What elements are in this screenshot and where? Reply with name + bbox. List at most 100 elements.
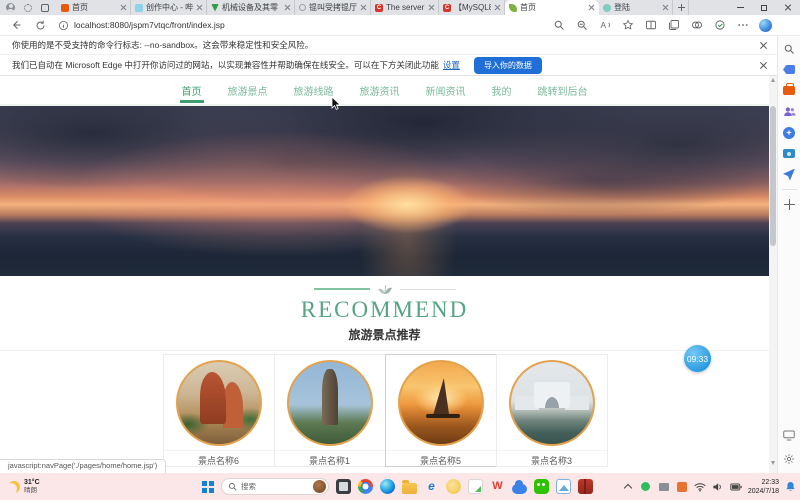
attraction-card[interactable]: 景点名称3 bbox=[496, 354, 608, 467]
browser-essentials-icon[interactable] bbox=[690, 18, 704, 32]
ie-browser-icon[interactable]: e bbox=[424, 479, 439, 494]
battery-icon[interactable] bbox=[730, 481, 742, 493]
nav-attractions[interactable]: 旅游景点 bbox=[226, 77, 270, 103]
tab-3[interactable]: 机械设备及其零 bbox=[207, 0, 295, 15]
sidebar-send-icon[interactable] bbox=[783, 168, 796, 181]
tray-chat-icon[interactable] bbox=[676, 481, 688, 493]
wps-icon[interactable]: W bbox=[490, 479, 505, 494]
volume-icon[interactable] bbox=[712, 481, 724, 493]
attraction-card[interactable]: 景点名称5 bbox=[385, 354, 497, 467]
app-yellow-icon[interactable] bbox=[446, 479, 461, 494]
collections-icon[interactable] bbox=[667, 18, 681, 32]
task-view-icon[interactable] bbox=[336, 479, 351, 494]
read-aloud-icon[interactable]: A bbox=[598, 18, 612, 32]
nav-routes[interactable]: 旅游线路 bbox=[292, 77, 336, 103]
weather-moon-icon bbox=[8, 481, 20, 493]
sidebar-settings-icon[interactable] bbox=[783, 452, 796, 465]
cast-screen-icon[interactable] bbox=[783, 429, 796, 442]
tab-close-icon[interactable] bbox=[494, 4, 501, 11]
sidebar-add-icon[interactable] bbox=[783, 198, 796, 211]
section-divider bbox=[0, 282, 769, 296]
taskbar-clock[interactable]: 22:33 2024/7/18 bbox=[748, 479, 779, 495]
find-on-page-icon[interactable] bbox=[552, 18, 566, 32]
minimize-button[interactable] bbox=[728, 0, 752, 15]
taskbar-search[interactable]: 搜索 bbox=[221, 478, 329, 495]
tab-favicon: C bbox=[375, 4, 383, 12]
tray-expand-icon[interactable] bbox=[622, 481, 634, 493]
sidebar-people-icon[interactable] bbox=[783, 105, 796, 118]
reader-app-icon[interactable] bbox=[578, 479, 593, 494]
import-notice-bar: 我们已自动在 Microsoft Edge 中打开你访问过的网站，以实现兼容性并… bbox=[0, 55, 800, 76]
tab-5[interactable]: CThe server time bbox=[371, 0, 439, 15]
scrollbar-thumb[interactable] bbox=[770, 106, 776, 246]
scroll-down-icon[interactable] bbox=[771, 461, 775, 465]
tab-close-icon[interactable] bbox=[588, 4, 595, 11]
tab-close-icon[interactable] bbox=[360, 4, 367, 11]
attraction-card[interactable]: 景点名称1 bbox=[274, 354, 386, 467]
nav-news[interactable]: 新闻资讯 bbox=[424, 77, 468, 103]
close-icon[interactable] bbox=[759, 41, 768, 50]
sidebar-search-icon[interactable] bbox=[783, 42, 796, 55]
sidebar-shopping-icon[interactable] bbox=[783, 84, 796, 97]
new-tab-button[interactable] bbox=[673, 0, 689, 15]
password-saved-icon[interactable] bbox=[713, 18, 727, 32]
chrome-icon[interactable] bbox=[358, 479, 373, 494]
photos-app-icon[interactable] bbox=[556, 479, 571, 494]
favorites-icon[interactable] bbox=[621, 18, 635, 32]
wechat-icon[interactable] bbox=[534, 479, 549, 494]
scroll-up-icon[interactable] bbox=[771, 78, 775, 82]
clock-time: 22:33 bbox=[761, 479, 779, 486]
refresh-icon[interactable] bbox=[32, 17, 48, 33]
nav-backend[interactable]: 跳转到后台 bbox=[536, 77, 590, 103]
attraction-photo-sailboat bbox=[398, 360, 484, 446]
sidebar-tag-icon[interactable] bbox=[783, 63, 796, 76]
notes-app-icon[interactable] bbox=[468, 479, 483, 494]
maximize-button[interactable] bbox=[752, 0, 776, 15]
import-data-button[interactable]: 导入你的数据 bbox=[474, 57, 542, 74]
sidebar-camera-icon[interactable] bbox=[783, 147, 796, 160]
profile-icon[interactable] bbox=[6, 3, 15, 12]
tab-2[interactable]: 创作中心 - 哔哩 bbox=[131, 0, 207, 15]
search-highlight-thumbnail[interactable] bbox=[313, 480, 326, 493]
weather-widget[interactable]: 31°C 晴朗 bbox=[8, 479, 40, 494]
attraction-card[interactable]: 景点名称6 bbox=[163, 354, 275, 467]
url-text[interactable]: localhost:8080/jspm7vtqc/front/index.jsp bbox=[74, 20, 225, 30]
recording-timer-badge[interactable]: 09:33 bbox=[684, 345, 711, 372]
nav-home[interactable]: 首页 bbox=[180, 77, 204, 103]
tab-4[interactable]: 锟叫受拷锟厅拷 bbox=[295, 0, 371, 15]
tab-1[interactable]: 首页 bbox=[57, 0, 131, 15]
tab-close-icon[interactable] bbox=[196, 4, 203, 11]
tab-close-icon[interactable] bbox=[428, 4, 435, 11]
tab-7-active[interactable]: 首页 bbox=[505, 0, 599, 15]
sidebar-designer-icon[interactable] bbox=[783, 126, 796, 139]
address-toolbar: localhost:8080/jspm7vtqc/front/index.jsp… bbox=[0, 15, 800, 36]
edge-icon[interactable] bbox=[380, 479, 395, 494]
close-icon[interactable] bbox=[759, 61, 768, 70]
tab-actions-icon[interactable] bbox=[41, 4, 49, 12]
notification-bell-icon[interactable] bbox=[785, 481, 796, 492]
page-scrollbar[interactable] bbox=[769, 76, 777, 473]
nav-mine[interactable]: 我的 bbox=[490, 77, 514, 103]
split-screen-icon[interactable] bbox=[644, 18, 658, 32]
copilot-icon[interactable] bbox=[759, 19, 772, 32]
nav-travel-info[interactable]: 旅游资讯 bbox=[358, 77, 402, 103]
file-explorer-icon[interactable] bbox=[402, 483, 417, 494]
settings-link[interactable]: 设置 bbox=[443, 59, 460, 71]
close-window-button[interactable] bbox=[776, 0, 800, 15]
tray-status-icon[interactable] bbox=[640, 481, 652, 493]
workspaces-icon[interactable] bbox=[24, 4, 32, 12]
wifi-icon[interactable] bbox=[694, 481, 706, 493]
tab-close-icon[interactable] bbox=[662, 4, 669, 11]
address-bar[interactable]: localhost:8080/jspm7vtqc/front/index.jsp bbox=[58, 20, 552, 31]
start-button[interactable] bbox=[202, 481, 214, 493]
tab-close-icon[interactable] bbox=[120, 4, 127, 11]
settings-more-icon[interactable] bbox=[736, 18, 750, 32]
tray-printer-icon[interactable] bbox=[658, 481, 670, 493]
site-info-icon[interactable] bbox=[58, 20, 69, 31]
back-icon[interactable] bbox=[8, 17, 24, 33]
cloud-app-icon[interactable] bbox=[512, 484, 527, 494]
tab-8[interactable]: 登陆 bbox=[599, 0, 673, 15]
zoom-icon[interactable] bbox=[575, 18, 589, 32]
tab-6[interactable]: C【MySQL8.0精 bbox=[439, 0, 505, 15]
tab-close-icon[interactable] bbox=[284, 4, 291, 11]
